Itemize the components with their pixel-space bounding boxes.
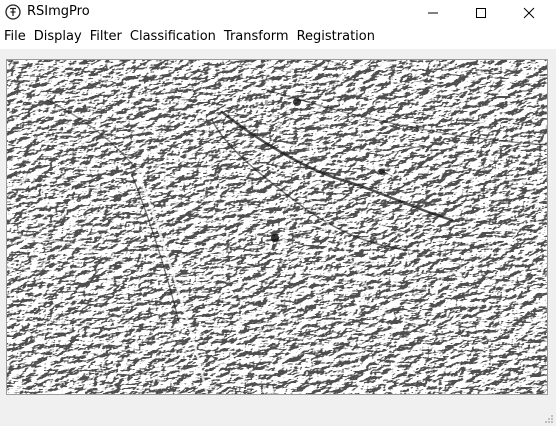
menu-transform[interactable]: Transform (220, 25, 293, 49)
close-button[interactable] (506, 0, 552, 25)
image-view[interactable] (6, 59, 548, 395)
menu-display[interactable]: Display (30, 25, 86, 49)
resize-grip-icon[interactable] (544, 414, 554, 424)
minimize-button[interactable] (410, 0, 456, 25)
window-title: RSImgPro (27, 4, 90, 19)
app-window: RSImgPro File Display Filter Classificat… (0, 0, 556, 426)
menu-filter[interactable]: Filter (86, 25, 126, 49)
maximize-button[interactable] (458, 0, 504, 25)
maximize-icon (476, 8, 486, 18)
embossed-terrain-image (7, 60, 547, 394)
close-icon (523, 7, 535, 19)
menu-file[interactable]: File (0, 25, 30, 49)
menu-registration[interactable]: Registration (293, 25, 379, 49)
status-bar (0, 404, 556, 426)
minimize-icon (428, 12, 438, 14)
rs-logo-icon (5, 4, 21, 20)
menu-classification[interactable]: Classification (126, 25, 220, 49)
menu-bar: File Display Filter Classification Trans… (0, 25, 556, 49)
title-bar[interactable]: RSImgPro (0, 0, 556, 25)
